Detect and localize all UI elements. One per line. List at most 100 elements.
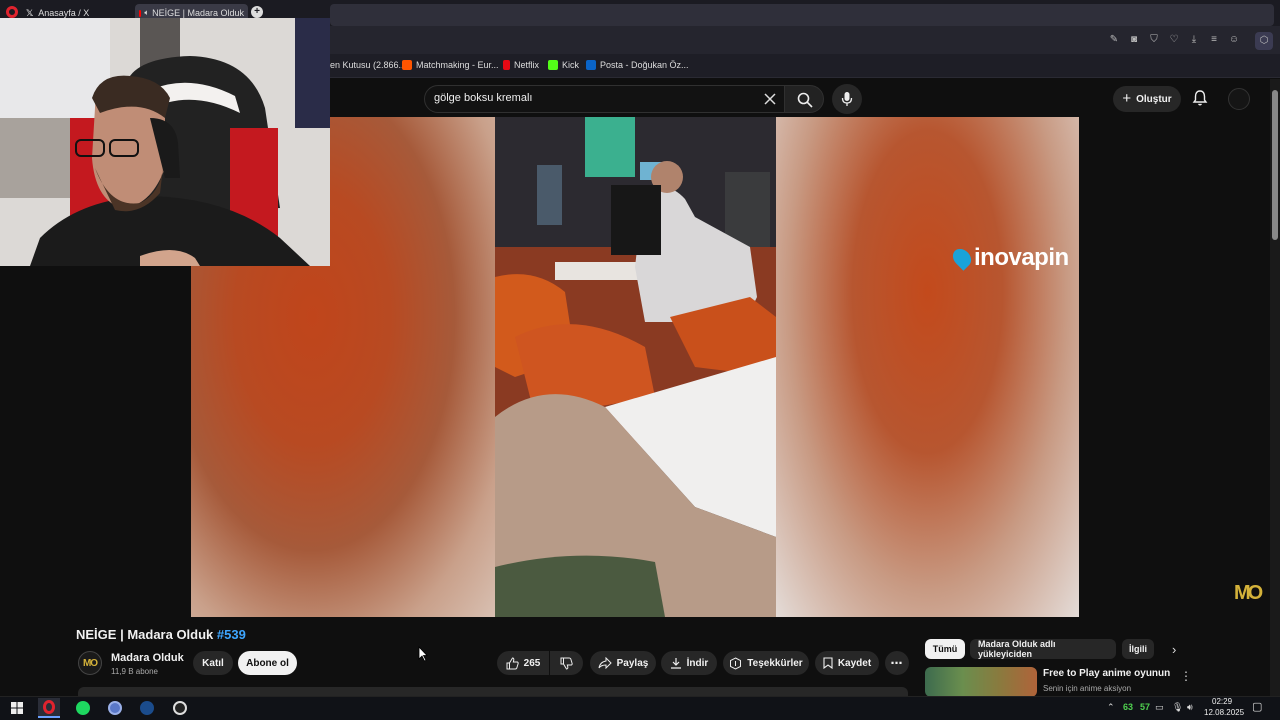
- chip-related[interactable]: İlgili: [1122, 639, 1154, 659]
- super-thanks-icon: [730, 656, 742, 670]
- obs-icon: [173, 701, 187, 715]
- webcam-overlay: [0, 18, 330, 266]
- faceit-icon: [402, 60, 412, 70]
- join-button[interactable]: Katıl: [193, 651, 233, 675]
- download-label: İndir: [686, 657, 709, 669]
- recommendation-thumbnail[interactable]: [925, 667, 1037, 697]
- create-button[interactable]: + Oluştur: [1113, 86, 1181, 112]
- channel-avatar[interactable]: MO: [78, 651, 102, 675]
- save-button[interactable]: Kaydet: [815, 651, 879, 675]
- like-count: 265: [523, 657, 541, 669]
- more-horizontal-icon: ⋯: [890, 656, 904, 670]
- tray-chevron-icon[interactable]: ⌃: [1107, 702, 1115, 713]
- streamer-webcam-image: [0, 18, 330, 266]
- x-logo-icon: 𝕏: [26, 7, 34, 18]
- chevron-right-icon[interactable]: ›: [1172, 642, 1176, 657]
- search-query: gölge boksu kremalı: [434, 92, 533, 104]
- opera-icon: [43, 700, 55, 714]
- video-frame: [495, 117, 776, 617]
- scrollbar-thumb[interactable]: [1272, 90, 1278, 240]
- subscribe-button[interactable]: Abone ol: [238, 651, 297, 675]
- bookmark-faceit[interactable]: Matchmaking - Eur...: [402, 60, 499, 70]
- shield-icon[interactable]: ⛉: [1147, 34, 1161, 45]
- bookmark-label: Netflix: [514, 60, 540, 70]
- thanks-button[interactable]: Teşekkürler: [723, 651, 809, 675]
- menu-icon[interactable]: ≡: [1207, 34, 1221, 45]
- steam-icon: [140, 701, 154, 715]
- search-button[interactable]: [784, 85, 824, 113]
- kick-icon: [548, 60, 558, 70]
- taskbar-date[interactable]: 12.08.2025: [1204, 708, 1244, 717]
- video-watermark: inovapin: [949, 244, 1069, 272]
- chip-label: Madara Olduk adlı yükleyiciden: [978, 639, 1056, 659]
- bookmark-outlook[interactable]: Posta - Doğukan Öz...: [586, 60, 689, 70]
- download-icon: [670, 658, 681, 669]
- taskbar-time[interactable]: 02:29: [1212, 697, 1232, 706]
- watermark-text: inovapin: [974, 244, 1069, 271]
- edit-icon[interactable]: ✎: [1107, 34, 1121, 45]
- save-label: Kaydet: [837, 657, 872, 669]
- video-title-text: NEİGE | Madara Olduk: [76, 627, 214, 642]
- windows-taskbar: [0, 696, 1280, 720]
- taskbar-steam[interactable]: [136, 698, 158, 718]
- plus-icon: +: [1122, 90, 1132, 107]
- address-bar[interactable]: [330, 4, 1274, 26]
- download-icon[interactable]: ⤓: [1187, 34, 1201, 45]
- recommendation-subtitle: Senin için anime aksiyon: [1043, 684, 1132, 693]
- video-title: NEİGE | Madara Olduk #539: [76, 627, 246, 642]
- taskbar-opera[interactable]: [38, 698, 60, 718]
- more-vertical-icon[interactable]: ⋮: [1180, 669, 1192, 683]
- search-icon: [797, 92, 813, 108]
- bookmark-icon: [823, 657, 833, 669]
- bookmark-label: Posta - Doğukan Öz...: [600, 60, 689, 70]
- network-icon[interactable]: ▭: [1155, 702, 1164, 713]
- chip-label: Tümü: [932, 644, 958, 654]
- tab-label: NEİGE | Madara Olduk: [152, 8, 244, 18]
- create-label: Oluştur: [1136, 93, 1172, 105]
- notification-center-icon[interactable]: ▢: [1252, 700, 1262, 713]
- taskbar-app-blue[interactable]: [104, 698, 126, 718]
- dislike-button[interactable]: [550, 651, 583, 675]
- download-button[interactable]: İndir: [661, 651, 717, 675]
- profile-icon[interactable]: ☺: [1227, 34, 1241, 45]
- description-box[interactable]: [78, 687, 908, 696]
- notifications-bell-icon[interactable]: [1191, 89, 1209, 107]
- microphone-tray-icon[interactable]: 🎙︎: [1172, 702, 1183, 713]
- heart-icon[interactable]: ♡: [1167, 34, 1181, 45]
- more-actions-button[interactable]: ⋯: [885, 651, 909, 675]
- share-icon: [598, 657, 612, 669]
- clear-search-icon[interactable]: [763, 92, 777, 106]
- join-label: Katıl: [202, 657, 224, 669]
- bookmark-mail[interactable]: en Kutusu (2.866...: [330, 60, 406, 70]
- taskbar-spotify[interactable]: [72, 698, 94, 718]
- share-button[interactable]: Paylaş: [590, 651, 656, 675]
- bookmark-kick[interactable]: Kick: [548, 60, 579, 70]
- camera-icon[interactable]: ◙: [1127, 34, 1141, 45]
- netflix-icon: [503, 60, 510, 70]
- new-tab-button[interactable]: +: [251, 6, 263, 18]
- app-globe-icon: [108, 701, 122, 715]
- channel-name[interactable]: Madara Olduk: [111, 652, 184, 664]
- bookmark-netflix[interactable]: Netflix: [503, 60, 539, 70]
- account-avatar[interactable]: [1228, 88, 1250, 110]
- spotify-icon: [76, 701, 90, 715]
- outlook-icon: [586, 60, 596, 70]
- recommendation-title[interactable]: Free to Play anime oyunun: [1043, 668, 1170, 679]
- volume-icon[interactable]: 🔊︎: [1187, 702, 1193, 713]
- opera-menu-icon[interactable]: [6, 6, 18, 18]
- microphone-icon: [841, 92, 853, 106]
- like-button[interactable]: 265: [497, 651, 549, 675]
- tab-label: Anasayfa / X: [38, 8, 90, 18]
- speaker-icon[interactable]: 🔈︎: [144, 8, 149, 18]
- chip-from-uploader[interactable]: Madara Olduk adlı yükleyiciden: [970, 639, 1116, 659]
- channel-logo-watermark[interactable]: MO: [1234, 582, 1263, 605]
- chip-label: İlgili: [1129, 644, 1147, 654]
- start-button[interactable]: [6, 698, 28, 718]
- taskbar-obs[interactable]: [169, 698, 191, 718]
- bookmark-label: Kick: [562, 60, 580, 70]
- video-hashtag[interactable]: #539: [217, 627, 246, 642]
- bookmark-label: Matchmaking - Eur...: [416, 60, 499, 70]
- extension-icon[interactable]: ⬡: [1255, 32, 1273, 50]
- voice-search-button[interactable]: [832, 84, 862, 114]
- chip-all[interactable]: Tümü: [925, 639, 965, 659]
